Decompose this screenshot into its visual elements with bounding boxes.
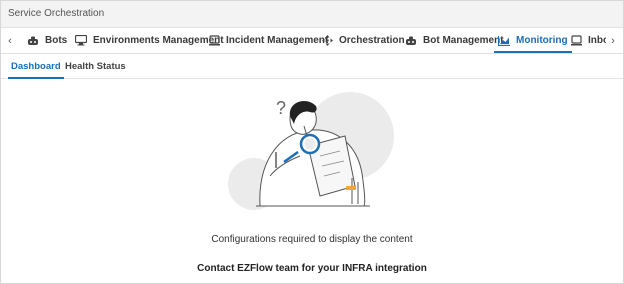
subtab-label: Health Status <box>65 60 126 72</box>
svg-text:?: ? <box>276 98 286 118</box>
window-titlebar: Service Orchestration <box>1 1 623 28</box>
tab-orchestration[interactable]: Orchestration <box>322 28 405 53</box>
tab-inbox[interactable]: Inbo <box>571 28 609 53</box>
empty-state-message: Configurations required to display the c… <box>211 234 413 245</box>
chart-icon <box>498 35 510 46</box>
tab-label: Monitoring <box>516 35 568 46</box>
sub-tab-bar: Dashboard Health Status <box>1 54 623 79</box>
window-title: Service Orchestration <box>8 8 105 19</box>
tab-label: Orchestration <box>339 35 405 46</box>
robot-icon <box>28 36 38 45</box>
laptop-icon <box>571 35 582 46</box>
person-with-magnifier-illustration: ? <box>228 92 394 210</box>
subtab-label: Dashboard <box>11 60 61 72</box>
chevron-left-icon: ‹ <box>8 34 12 47</box>
subtab-dashboard[interactable]: Dashboard <box>8 54 64 79</box>
empty-state-cta: Contact EZFlow team for your INFRA integ… <box>197 263 427 274</box>
tab-label: Environments Management <box>93 35 224 46</box>
move-arrows-icon <box>322 35 333 46</box>
chevron-right-icon: › <box>611 34 615 47</box>
subtab-health-status[interactable]: Health Status <box>65 54 126 78</box>
tab-bot-management[interactable]: Bot Management <box>405 28 504 53</box>
tab-monitoring[interactable]: Monitoring <box>494 28 572 53</box>
laptop-icon <box>209 35 220 46</box>
tab-environments-management[interactable]: Environments Management <box>75 28 224 53</box>
scroll-left-button[interactable]: ‹ <box>3 28 17 53</box>
main-tab-bar: ‹ Bots Environments Management Incident … <box>1 28 623 54</box>
tab-label: Bots <box>45 35 68 46</box>
tab-incident-management[interactable]: Incident Management <box>209 28 328 53</box>
robot-icon <box>406 36 416 45</box>
tab-label: Incident Management <box>226 35 329 46</box>
tab-label: Bot Management <box>423 35 504 46</box>
monitor-icon <box>75 35 87 46</box>
tab-bots[interactable]: Bots <box>27 28 67 53</box>
scroll-right-button[interactable]: › <box>606 28 620 53</box>
